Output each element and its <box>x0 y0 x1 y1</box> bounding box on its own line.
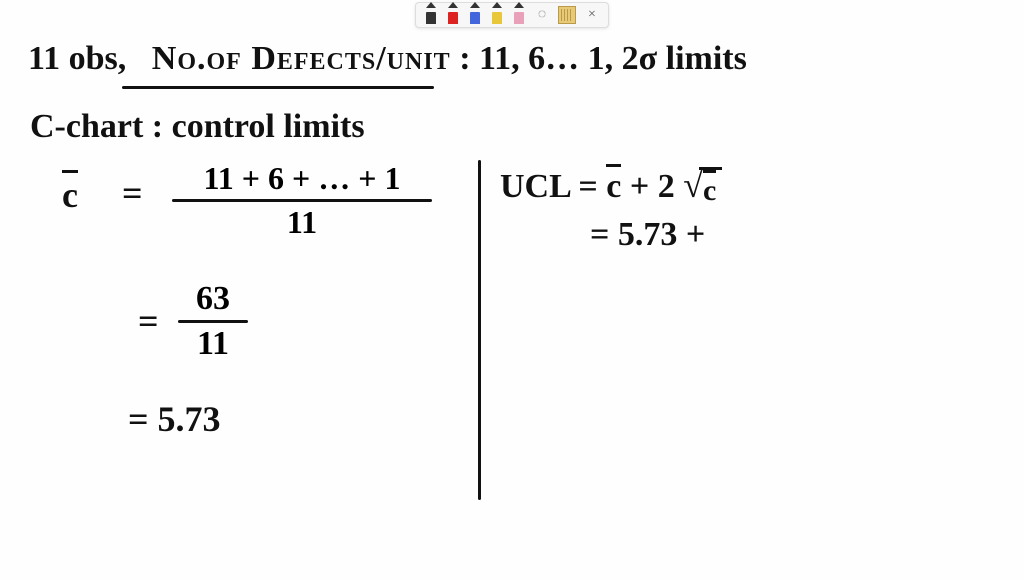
fraction-63-11: 63 11 <box>178 280 248 363</box>
fraction2-numerator: 63 <box>190 280 236 318</box>
lasso-icon[interactable]: ◌ <box>534 7 550 23</box>
pen-blue-icon[interactable] <box>468 6 482 24</box>
text-defects-label: No.of Defects/unit <box>152 40 451 77</box>
cbar-result: = 5.73 <box>128 398 221 440</box>
fraction-sum-over-n: 11 + 6 + … + 1 11 <box>172 160 432 241</box>
annotation-toolbar: ◌ × <box>415 2 609 28</box>
ucl-formula: UCL = c + 2 √ c <box>500 166 722 208</box>
fraction2-denominator: 11 <box>191 325 235 363</box>
pen-black-icon[interactable] <box>424 6 438 24</box>
ucl-value: = 5.73 + <box>590 216 705 254</box>
ucl-cbar: c <box>606 166 621 206</box>
text-obs: 11 obs, <box>28 40 126 77</box>
equals-1: = <box>122 172 143 214</box>
pen-yellow-icon[interactable] <box>490 6 504 24</box>
pen-pink-icon[interactable] <box>512 6 526 24</box>
ucl-plus2: + 2 <box>630 168 675 205</box>
radicand: c <box>699 167 722 208</box>
cbar-symbol: c <box>62 172 78 216</box>
equals-2: = <box>138 300 159 342</box>
vertical-divider <box>478 160 481 500</box>
sqrt-cbar: √ c <box>683 167 722 208</box>
underline-defects <box>122 86 434 89</box>
ruler-icon[interactable] <box>558 6 576 24</box>
fraction1-numerator: 11 + 6 + … + 1 <box>198 160 407 197</box>
pen-red-icon[interactable] <box>446 6 460 24</box>
close-icon[interactable]: × <box>584 7 600 23</box>
fraction2-bar <box>178 320 248 323</box>
text-defects-values: : 11, 6… 1, 2σ limits <box>459 40 747 77</box>
fraction1-denominator: 11 <box>281 204 323 241</box>
fraction1-bar <box>172 199 432 202</box>
note-line-1: 11 obs, No.of Defects/unit : 11, 6… 1, 2… <box>28 40 747 78</box>
note-line-2: C-chart : control limits <box>30 108 365 146</box>
ucl-label: UCL = <box>500 168 606 205</box>
